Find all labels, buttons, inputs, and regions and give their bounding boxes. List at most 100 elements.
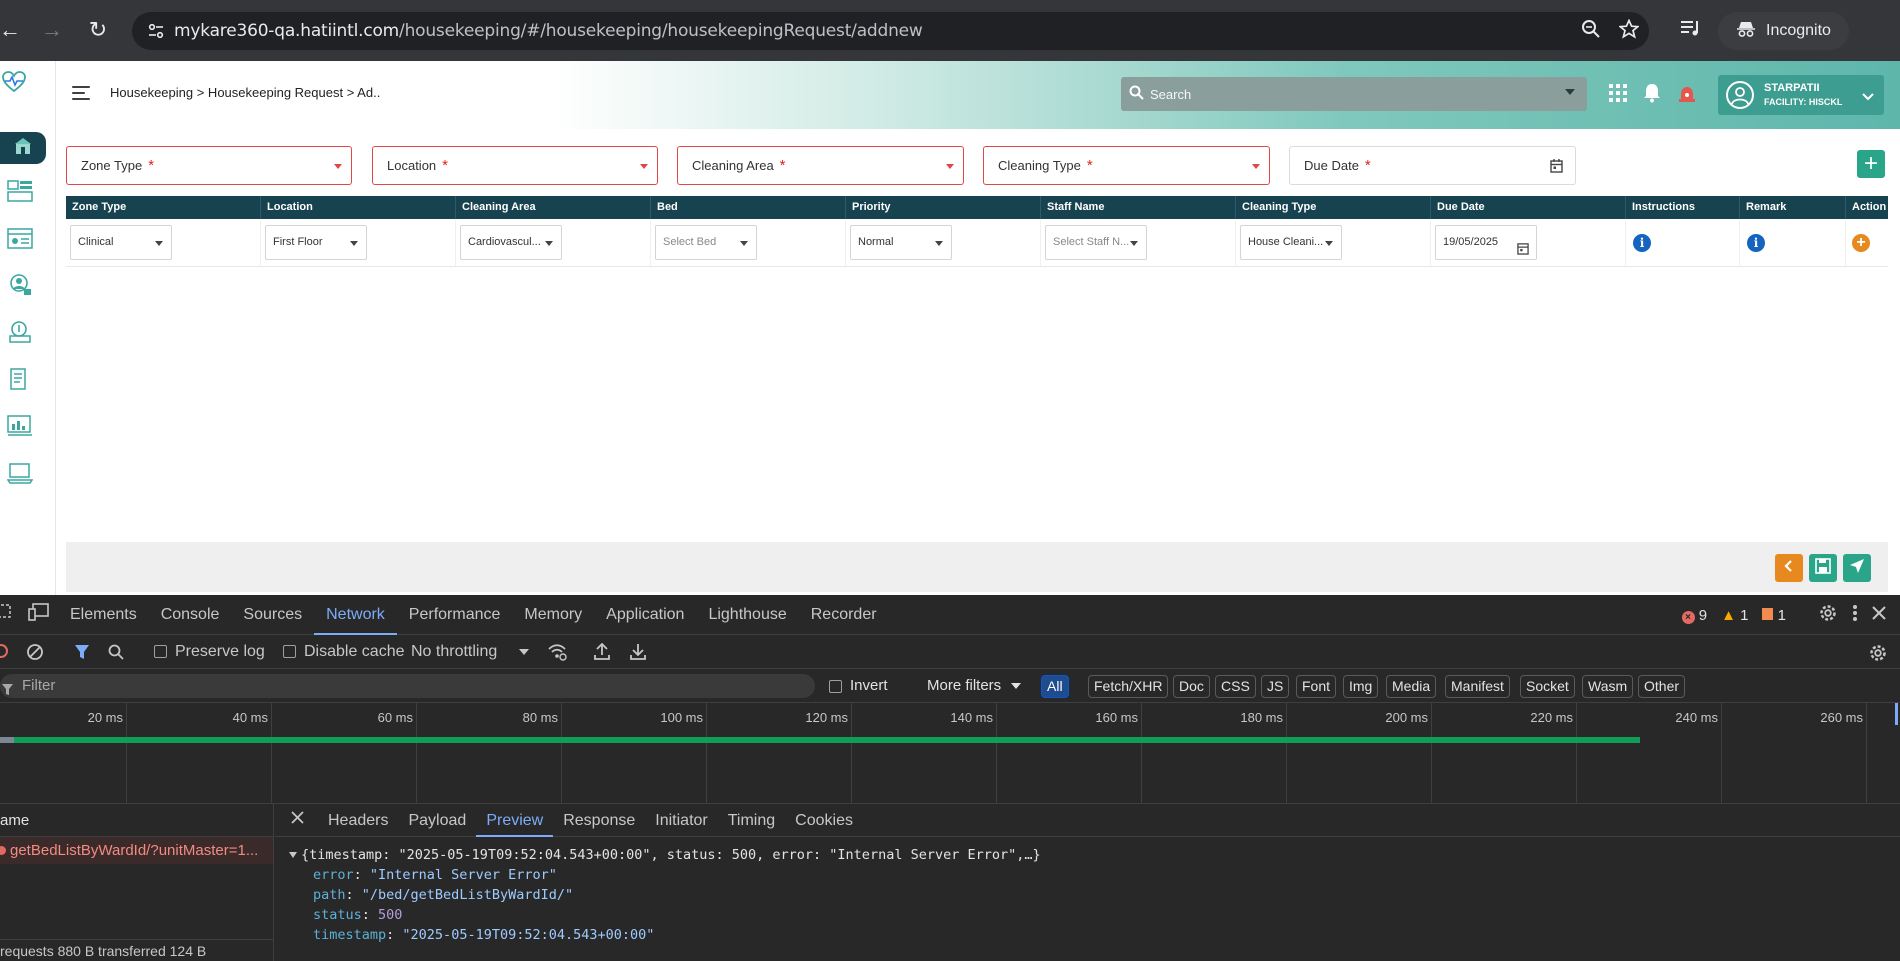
filter-chip-media[interactable]: Media xyxy=(1386,675,1437,698)
issues-count[interactable]: 1 xyxy=(1762,607,1786,624)
bed-cell-select[interactable]: Select Bed xyxy=(655,225,757,260)
cleaning-type-cell-select[interactable]: House Cleani... xyxy=(1240,225,1342,260)
bookmark-star-icon[interactable] xyxy=(1618,17,1640,44)
settings-gear-icon[interactable] xyxy=(1818,603,1838,627)
sidebar-item-cleaning[interactable] xyxy=(0,318,40,350)
filter-chip-doc[interactable]: Doc xyxy=(1173,675,1210,698)
detail-tab-preview[interactable]: Preview xyxy=(476,804,554,837)
devtools-tab-sources[interactable]: Sources xyxy=(231,595,314,635)
network-conditions-icon[interactable] xyxy=(547,643,567,666)
due-date-cell-input[interactable]: 19/05/2025 xyxy=(1435,225,1537,260)
zoom-icon[interactable] xyxy=(1581,19,1601,44)
instructions-info-icon[interactable]: i xyxy=(1633,234,1651,252)
forward-icon[interactable]: → xyxy=(32,10,72,50)
filter-input[interactable]: Filter xyxy=(0,674,815,698)
sidebar-item-analytics[interactable] xyxy=(0,412,40,444)
cleaning-area-cell-select[interactable]: Cardiovascul... xyxy=(460,225,562,260)
throttling-select[interactable]: No throttling xyxy=(411,643,530,661)
location-cell-select[interactable]: First Floor xyxy=(265,225,367,260)
sidebar-item-devices[interactable] xyxy=(0,459,40,491)
name-column-header[interactable]: ame xyxy=(0,804,273,837)
sidebar-item-schedule[interactable] xyxy=(0,224,40,256)
json-summary-line[interactable]: {timestamp: "2025-05-19T09:52:04.543+00:… xyxy=(289,845,1900,865)
url-text[interactable]: mykare360-qa.hatiintl.com/housekeeping/#… xyxy=(174,21,923,41)
remark-info-icon[interactable]: i xyxy=(1747,234,1765,252)
submit-button[interactable] xyxy=(1843,554,1871,582)
calendar-icon[interactable] xyxy=(1517,236,1529,259)
add-action-icon[interactable]: + xyxy=(1852,234,1870,252)
clear-log-icon[interactable] xyxy=(26,643,44,666)
more-options-icon[interactable] xyxy=(1852,604,1858,626)
export-har-icon[interactable] xyxy=(630,643,646,666)
sidebar-item-dashboard[interactable] xyxy=(0,177,40,209)
back-button[interactable] xyxy=(1775,554,1803,582)
preserve-log-checkbox[interactable]: Preserve log xyxy=(154,643,265,661)
cleaning-type-select[interactable]: Cleaning Type * xyxy=(983,146,1270,185)
import-har-icon[interactable] xyxy=(594,642,610,666)
alarm-icon[interactable] xyxy=(1677,84,1697,107)
search-dropdown-icon[interactable] xyxy=(1565,89,1575,95)
network-timeline[interactable]: 20 ms 40 ms 60 ms 80 ms 100 ms 120 ms 14… xyxy=(0,703,1900,804)
close-devtools-icon[interactable] xyxy=(1872,606,1886,624)
request-row[interactable]: getBedListByWardId/?unitMaster=1... xyxy=(0,837,273,864)
detail-tab-payload[interactable]: Payload xyxy=(398,804,476,837)
menu-toggle-icon[interactable] xyxy=(72,86,90,104)
incognito-indicator[interactable]: Incognito xyxy=(1718,12,1849,50)
expand-triangle-icon[interactable] xyxy=(289,852,297,858)
detail-tab-response[interactable]: Response xyxy=(553,804,645,837)
calendar-icon[interactable] xyxy=(1550,159,1563,176)
chevron-down-icon[interactable] xyxy=(1862,89,1874,107)
filter-chip-css[interactable]: CSS xyxy=(1215,675,1256,698)
location-select[interactable]: Location * xyxy=(372,146,658,185)
filter-chip-all[interactable]: All xyxy=(1041,675,1069,698)
reload-icon[interactable]: ↻ xyxy=(78,10,118,50)
close-detail-icon[interactable] xyxy=(275,811,318,829)
timeline-handle[interactable] xyxy=(1895,703,1898,725)
detail-tab-cookies[interactable]: Cookies xyxy=(785,804,863,837)
devtools-tab-performance[interactable]: Performance xyxy=(397,595,513,635)
devtools-tab-memory[interactable]: Memory xyxy=(512,595,594,635)
sidebar-item-staff[interactable] xyxy=(0,271,40,303)
error-count[interactable]: × 9 xyxy=(1681,607,1707,624)
app-logo-icon[interactable] xyxy=(2,71,32,101)
filter-chip-fetch-xhr[interactable]: Fetch/XHR xyxy=(1088,675,1169,698)
detail-tab-timing[interactable]: Timing xyxy=(718,804,785,837)
back-icon[interactable]: ← xyxy=(0,10,30,50)
add-row-button[interactable]: + xyxy=(1857,150,1885,178)
invert-checkbox[interactable]: Invert xyxy=(829,677,888,694)
disable-cache-checkbox[interactable]: Disable cache xyxy=(283,643,405,661)
sidebar-item-housekeeping[interactable] xyxy=(0,132,46,164)
filter-chip-manifest[interactable]: Manifest xyxy=(1445,675,1510,698)
zone-type-cell-select[interactable]: Clinical xyxy=(70,225,172,260)
address-bar[interactable]: mykare360-qa.hatiintl.com/housekeeping/#… xyxy=(132,12,1649,50)
network-settings-gear-icon[interactable] xyxy=(1868,643,1888,668)
apps-grid-icon[interactable] xyxy=(1609,84,1627,107)
priority-cell-select[interactable]: Normal xyxy=(850,225,952,260)
filter-chip-wasm[interactable]: Wasm xyxy=(1582,675,1634,698)
cleaning-area-select[interactable]: Cleaning Area * xyxy=(677,146,964,185)
detail-tab-initiator[interactable]: Initiator xyxy=(645,804,717,837)
detail-tab-headers[interactable]: Headers xyxy=(318,804,398,837)
more-filters-button[interactable]: More filters xyxy=(927,677,1022,694)
media-control-icon[interactable] xyxy=(1680,18,1702,43)
inspect-element-icon[interactable] xyxy=(0,604,16,625)
due-date-field[interactable]: Due Date * xyxy=(1289,146,1576,185)
staff-name-cell-select[interactable]: Select Staff N... xyxy=(1045,225,1147,260)
record-stop-icon[interactable] xyxy=(0,644,8,658)
device-toolbar-icon[interactable] xyxy=(28,603,58,626)
devtools-tab-lighthouse[interactable]: Lighthouse xyxy=(696,595,798,635)
filter-funnel-icon[interactable] xyxy=(74,644,90,665)
search-network-icon[interactable] xyxy=(108,644,124,665)
filter-chip-other[interactable]: Other xyxy=(1638,675,1686,698)
devtools-tab-recorder[interactable]: Recorder xyxy=(799,595,889,635)
filter-chip-js[interactable]: JS xyxy=(1261,675,1290,698)
devtools-tab-network[interactable]: Network xyxy=(314,595,397,635)
sidebar-item-reports[interactable] xyxy=(0,365,40,397)
devtools-tab-elements[interactable]: Elements xyxy=(58,595,149,635)
site-settings-icon[interactable] xyxy=(138,12,174,50)
devtools-tab-application[interactable]: Application xyxy=(594,595,696,635)
warning-count[interactable]: ▲ 1 xyxy=(1721,607,1748,624)
devtools-tab-console[interactable]: Console xyxy=(149,595,232,635)
user-menu[interactable]: STARPATII FACILITY: HISCKL xyxy=(1718,75,1884,115)
save-button[interactable] xyxy=(1809,554,1837,582)
